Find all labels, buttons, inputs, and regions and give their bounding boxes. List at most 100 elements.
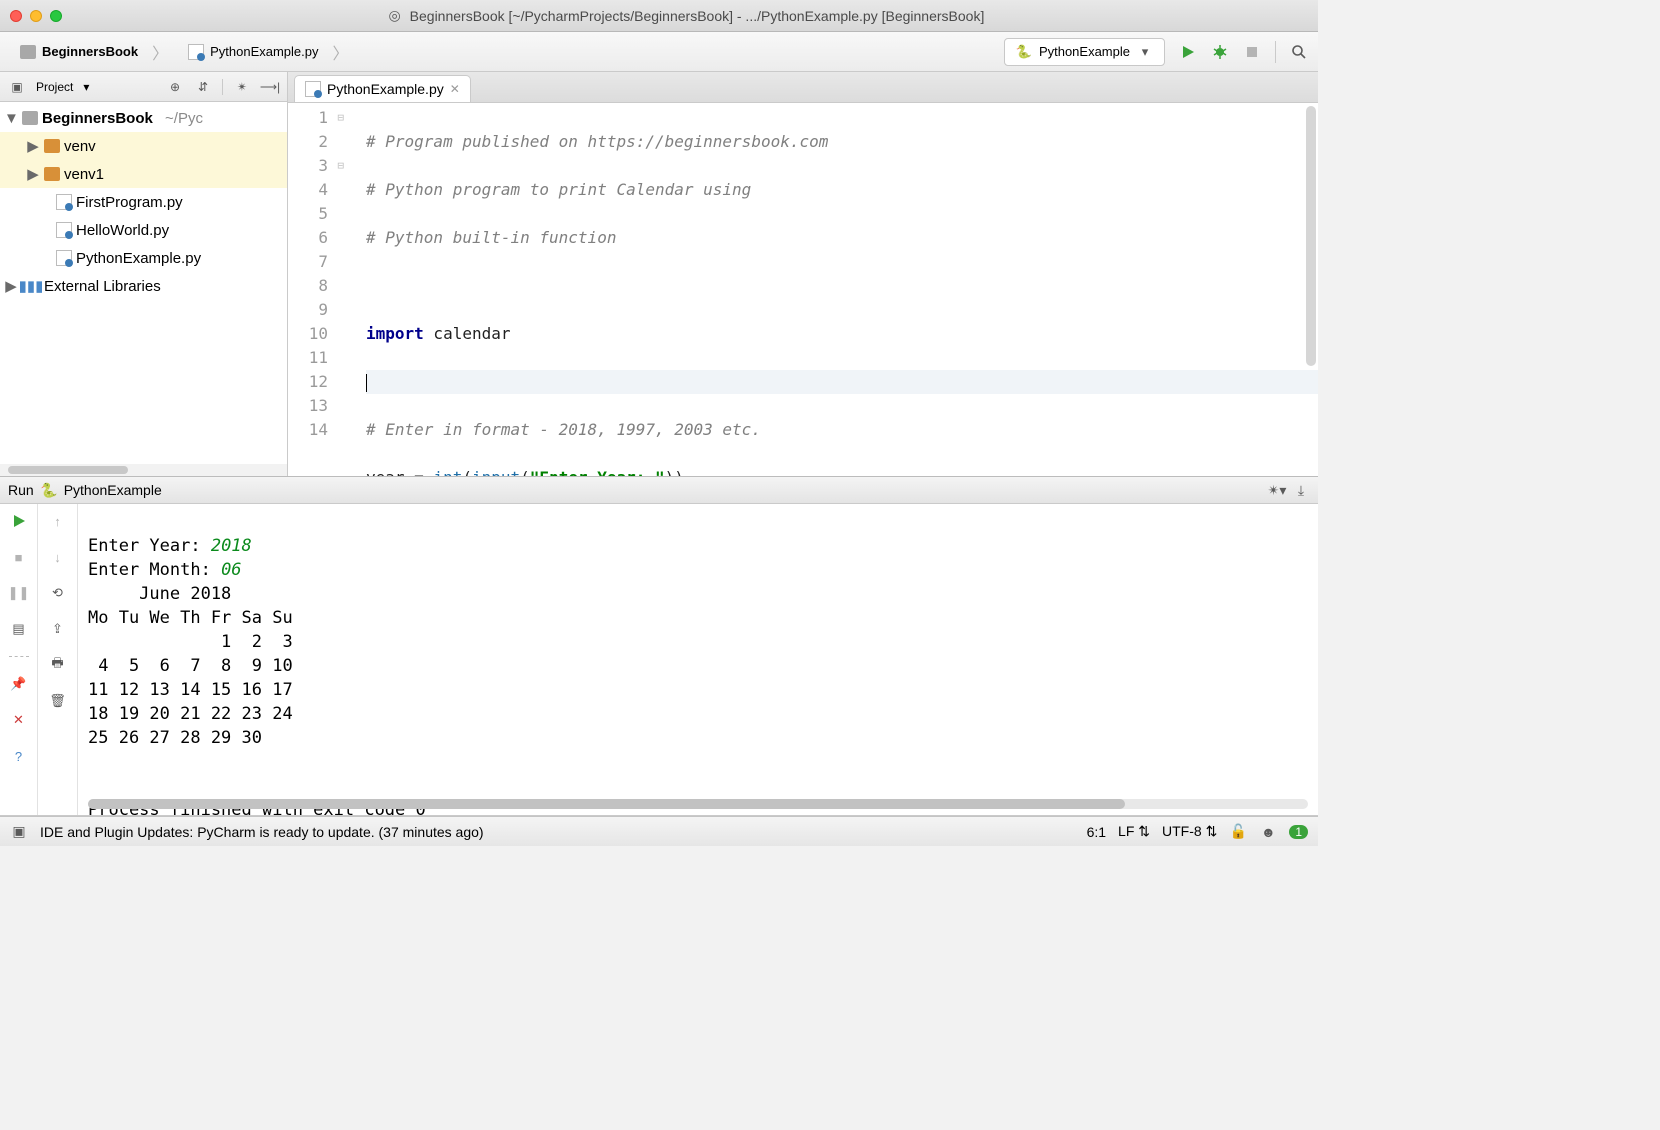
stop-button — [1243, 43, 1261, 61]
project-view-icon[interactable]: ▣ — [8, 78, 26, 96]
tool-window-icon[interactable]: ▣ — [10, 823, 28, 841]
tree-file[interactable]: FirstProgram.py — [0, 188, 287, 216]
tree-label: BeginnersBook — [42, 110, 153, 127]
folder-icon — [44, 167, 60, 181]
breadcrumb-file[interactable]: PythonExample.py — [178, 38, 358, 66]
download-icon[interactable]: ⤓ — [1292, 481, 1310, 499]
disclosure-closed-icon[interactable]: ▶ — [26, 137, 40, 155]
console-output[interactable]: Enter Year: 2018 Enter Month: 06 June 20… — [78, 504, 1318, 815]
title-bar: ◎ BeginnersBook [~/PycharmProjects/Begin… — [0, 0, 1318, 32]
run-config-name: PythonExample — [64, 482, 162, 498]
close-panel-button[interactable]: ✕ — [10, 711, 28, 729]
python-file-icon — [305, 81, 321, 97]
up-button[interactable]: ↑ — [49, 512, 67, 530]
gear-icon[interactable]: ✴︎▾ — [1268, 481, 1286, 499]
tree-label: venv1 — [64, 166, 104, 183]
chevron-down-icon: ▾ — [1136, 43, 1154, 61]
breadcrumb-label: BeginnersBook — [42, 44, 138, 59]
tree-folder-venv1[interactable]: ▶ venv1 — [0, 160, 287, 188]
tree-label: PythonExample.py — [76, 250, 201, 267]
debug-button[interactable] — [1211, 43, 1229, 61]
wrap-button[interactable]: ⟲ — [49, 584, 67, 602]
disclosure-closed-icon[interactable]: ▶ — [26, 165, 40, 183]
chevron-down-icon[interactable]: ▾ — [83, 80, 89, 94]
run-toolbar-right: ↑ ↓ ⟲ ⇪ 🖶 🗑 — [38, 504, 78, 815]
fold-marker-icon[interactable]: ⊟ — [337, 106, 344, 130]
run-button[interactable] — [1179, 43, 1197, 61]
stop-button: ■ — [10, 548, 28, 566]
window-title: ◎ BeginnersBook [~/PycharmProjects/Begin… — [62, 7, 1308, 25]
sidebar-scrollbar[interactable] — [0, 464, 287, 476]
tree-label: venv — [64, 138, 96, 155]
editor-scrollbar[interactable] — [1306, 106, 1316, 366]
python-file-icon — [56, 222, 72, 238]
export-button[interactable]: ⇪ — [49, 620, 67, 638]
pycharm-icon: ◎ — [386, 7, 404, 25]
help-button[interactable]: ? — [10, 747, 28, 765]
editor[interactable]: 1 2 3 4 5 6 7 8 9 10 11 12 13 14 ⊟ ⊟ # P… — [288, 102, 1318, 476]
run-panel: ■ ❚❚ ▤ 📌 ✕ ? ↑ ↓ ⟲ ⇪ 🖶 🗑 Enter Year: 201… — [0, 504, 1318, 816]
breadcrumb-project[interactable]: BeginnersBook — [10, 38, 178, 66]
project-tree[interactable]: ▼ BeginnersBook ~/Pyc ▶ venv ▶ venv1 Fir… — [0, 102, 287, 464]
breadcrumb-label: PythonExample.py — [210, 44, 318, 59]
search-icon[interactable] — [1290, 43, 1308, 61]
pause-button: ❚❚ — [10, 584, 28, 602]
run-config-label: PythonExample — [1039, 44, 1130, 59]
close-tab-icon[interactable]: ✕ — [450, 82, 460, 96]
disclosure-open-icon[interactable]: ▼ — [4, 110, 18, 127]
console-scrollbar[interactable] — [88, 799, 1308, 809]
python-icon: 🐍 — [1015, 43, 1033, 61]
run-toolbar-left: ■ ❚❚ ▤ 📌 ✕ ? — [0, 504, 38, 815]
navigation-bar: BeginnersBook PythonExample.py 🐍 PythonE… — [0, 32, 1318, 72]
separator — [222, 79, 223, 95]
tree-external-libs[interactable]: ▶ ▮▮▮ External Libraries — [0, 272, 287, 300]
tree-file[interactable]: PythonExample.py — [0, 244, 287, 272]
rerun-button[interactable] — [10, 512, 28, 530]
line-gutter[interactable]: 1 2 3 4 5 6 7 8 9 10 11 12 13 14 ⊟ ⊟ — [288, 103, 346, 476]
maximize-icon[interactable] — [50, 10, 62, 22]
events-badge[interactable]: 1 — [1289, 825, 1308, 839]
run-config-selector[interactable]: 🐍 PythonExample ▾ — [1004, 38, 1165, 66]
tree-folder-venv[interactable]: ▶ venv — [0, 132, 287, 160]
run-title: Run — [8, 482, 34, 498]
layout-button[interactable]: ▤ — [10, 620, 28, 638]
gear-icon[interactable]: ✴︎ — [233, 78, 251, 96]
tree-label: External Libraries — [44, 278, 161, 295]
line-sep-selector[interactable]: LF ⇅ — [1118, 823, 1150, 840]
project-tool-header: ▣ Project ▾ ⊕ ⇵ ✴︎ ⟶| — [0, 72, 287, 102]
disclosure-closed-icon[interactable]: ▶ — [4, 277, 18, 295]
down-button[interactable]: ↓ — [49, 548, 67, 566]
target-icon[interactable]: ⊕ — [166, 78, 184, 96]
folder-icon — [22, 111, 38, 125]
pin-button[interactable]: 📌 — [10, 675, 28, 693]
folder-icon — [20, 45, 36, 59]
editor-area: PythonExample.py ✕ 1 2 3 4 5 6 7 8 9 10 … — [288, 72, 1318, 476]
tree-root[interactable]: ▼ BeginnersBook ~/Pyc — [0, 104, 287, 132]
window-title-text: BeginnersBook [~/PycharmProjects/Beginne… — [410, 8, 985, 24]
encoding-selector[interactable]: UTF-8 ⇅ — [1162, 823, 1217, 840]
editor-tab-bar: PythonExample.py ✕ — [288, 72, 1318, 102]
trash-button[interactable]: 🗑 — [49, 692, 67, 710]
close-icon[interactable] — [10, 10, 22, 22]
tree-path: ~/Pyc — [165, 110, 203, 127]
run-panel-header: Run 🐍 PythonExample ✴︎▾ ⤓ — [0, 476, 1318, 504]
window-controls — [10, 10, 62, 22]
project-label[interactable]: Project — [36, 80, 73, 94]
separator — [9, 656, 29, 657]
library-icon: ▮▮▮ — [22, 277, 40, 295]
code-content[interactable]: # Program published on https://beginners… — [346, 103, 1318, 476]
minimize-icon[interactable] — [30, 10, 42, 22]
calendar-output: June 2018 Mo Tu We Th Fr Sa Su 1 2 3 4 5… — [88, 584, 293, 748]
inspector-icon[interactable]: ☻ — [1259, 823, 1277, 841]
fold-marker-icon[interactable]: ⊟ — [337, 154, 344, 178]
separator — [1275, 41, 1276, 63]
tree-file[interactable]: HelloWorld.py — [0, 216, 287, 244]
lock-icon[interactable]: 🔓 — [1229, 823, 1247, 841]
python-file-icon — [56, 250, 72, 266]
collapse-icon[interactable]: ⇵ — [194, 78, 212, 96]
editor-tab[interactable]: PythonExample.py ✕ — [294, 75, 471, 102]
print-button[interactable]: 🖶 — [49, 656, 67, 674]
cursor-position[interactable]: 6:1 — [1087, 824, 1106, 840]
hide-icon[interactable]: ⟶| — [261, 78, 279, 96]
tab-label: PythonExample.py — [327, 81, 444, 97]
